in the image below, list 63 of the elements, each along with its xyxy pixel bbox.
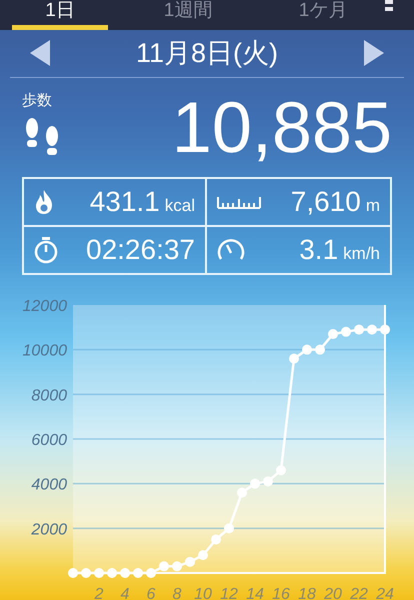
y-axis-label: 2000 (31, 521, 67, 538)
data-point (224, 523, 234, 534)
stat-value: 02:26:37 (86, 233, 195, 268)
data-point (68, 568, 78, 578)
date-title: 11月8日(火) (136, 37, 278, 70)
steps-label: 歩数 (22, 90, 52, 111)
data-point (159, 561, 169, 572)
y-axis-label: 6000 (31, 432, 67, 449)
data-point (367, 324, 377, 335)
x-axis-label: 22 (350, 586, 368, 600)
previous-arrow-icon[interactable] (30, 40, 50, 66)
next-arrow-icon[interactable] (364, 40, 384, 66)
stat-unit: kcal (164, 195, 195, 218)
x-axis-label: 16 (272, 586, 290, 600)
data-point (94, 568, 104, 578)
menu-icon[interactable] (385, 0, 393, 12)
x-axis-label: 10 (194, 586, 212, 600)
y-axis-label: 10000 (22, 342, 67, 360)
x-axis-label: 12 (220, 586, 238, 600)
y-axis-label: 8000 (31, 387, 67, 404)
data-point (211, 534, 221, 544)
y-axis-label: 4000 (31, 476, 67, 494)
stat-value: 3.1 (299, 233, 338, 268)
stat-value: 431.1 (90, 185, 160, 220)
data-point (354, 324, 364, 335)
data-point (146, 568, 156, 578)
speedometer-icon (217, 239, 245, 262)
data-point (237, 488, 247, 498)
stat-unit: m (366, 195, 380, 218)
x-axis-label: 8 (172, 586, 182, 600)
stat-value: 7,610 (290, 185, 361, 220)
x-axis-label: 4 (120, 586, 130, 600)
tab[interactable]: 1日 (12, 0, 108, 30)
x-axis-label: 2 (94, 586, 104, 600)
data-point (276, 465, 286, 476)
data-point (120, 568, 130, 578)
data-point (172, 561, 182, 572)
data-point (328, 329, 338, 340)
tab[interactable]: 1ケ月 (275, 0, 371, 30)
data-point (289, 354, 299, 364)
data-point (198, 550, 208, 560)
x-axis-label: 14 (246, 586, 264, 600)
stopwatch-icon (34, 236, 58, 264)
x-axis-label: 24 (376, 586, 394, 600)
y-axis-label: 12000 (22, 298, 67, 315)
data-point (133, 568, 143, 578)
data-point (185, 556, 195, 567)
data-point (107, 568, 117, 578)
stat-unit: km/h (343, 243, 380, 266)
ruler-icon (217, 195, 261, 210)
data-point (380, 324, 390, 335)
data-point (250, 478, 260, 489)
data-point (302, 344, 312, 355)
x-axis-label: 18 (298, 586, 316, 600)
data-point (315, 344, 325, 355)
x-axis-label: 20 (324, 586, 342, 600)
x-axis-label: 6 (146, 586, 156, 600)
tab[interactable]: 1週間 (140, 0, 236, 30)
data-point (341, 326, 351, 337)
data-point (81, 568, 91, 578)
flame-icon (34, 189, 54, 216)
step-count: 10,885 (170, 92, 392, 164)
data-point (263, 476, 273, 486)
